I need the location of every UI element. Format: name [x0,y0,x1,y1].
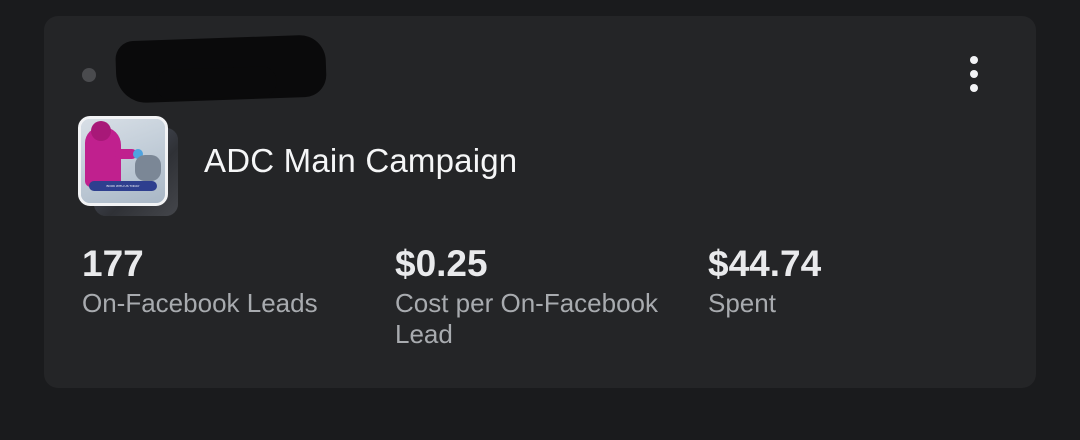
ad-thumbnail: BOOK WITH US TODAY [78,116,168,206]
metric-cost-per-lead: $0.25 Cost per On-Facebook Lead [395,242,695,350]
status-dot-icon [82,68,96,82]
redacted-account-name [114,34,328,104]
metric-value: $44.74 [708,243,822,284]
campaign-name[interactable]: ADC Main Campaign [204,142,517,180]
ad-thumbnail-stack[interactable]: BOOK WITH US TODAY [78,116,188,220]
metric-spent: $44.74 Spent [708,242,1008,319]
more-vertical-icon [970,56,978,64]
more-vertical-icon-dot [970,84,978,92]
metric-value: 177 [82,243,144,284]
metric-value: $0.25 [395,243,488,284]
metric-label: Cost per On-Facebook Lead [395,288,659,349]
metric-leads: 177 On-Facebook Leads [82,242,382,319]
more-options-button[interactable] [956,52,992,96]
thumbnail-head [91,121,111,141]
metric-label: On-Facebook Leads [82,288,318,318]
campaign-card[interactable]: BOOK WITH US TODAY ADC Main Campaign 177… [44,16,1036,388]
thumbnail-patient [135,155,161,181]
thumbnail-banner: BOOK WITH US TODAY [89,181,157,191]
more-vertical-icon-dot [970,70,978,78]
metric-label: Spent [708,288,776,318]
